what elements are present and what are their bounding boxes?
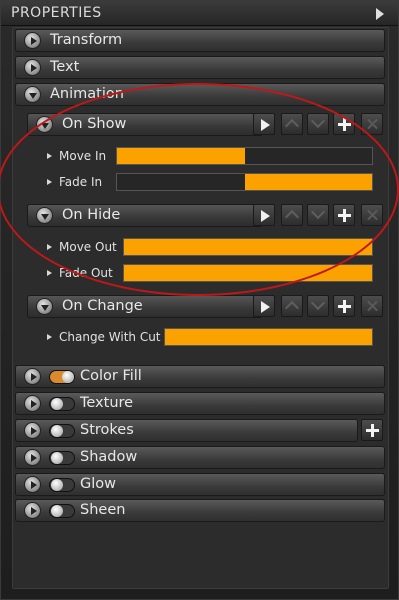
move-up-icon[interactable] bbox=[281, 204, 303, 226]
collapse-arrow-icon[interactable] bbox=[36, 298, 53, 315]
section-label: Color Fill bbox=[80, 368, 142, 384]
add-icon[interactable] bbox=[333, 295, 355, 317]
track-bullet-icon bbox=[47, 244, 52, 250]
collapse-arrow-icon[interactable] bbox=[36, 116, 53, 133]
track-label: Move In bbox=[59, 149, 107, 163]
section-sheen[interactable]: Sheen bbox=[15, 499, 385, 522]
timeline-fill[interactable] bbox=[117, 148, 245, 164]
move-down-icon[interactable] bbox=[307, 204, 329, 226]
section-label: Animation bbox=[50, 86, 124, 102]
remove-icon[interactable] bbox=[361, 295, 383, 317]
section-text[interactable]: Text bbox=[15, 56, 385, 79]
panel-header: PROPERTIES bbox=[1, 1, 398, 26]
toggle-knob bbox=[51, 479, 63, 491]
timeline-bar[interactable] bbox=[164, 328, 373, 346]
section-label: Transform bbox=[50, 32, 123, 48]
play-icon[interactable] bbox=[253, 204, 275, 226]
section-label: Sheen bbox=[80, 502, 126, 518]
track-label: Change With Cut bbox=[59, 330, 161, 344]
track-label: Fade In bbox=[59, 175, 103, 189]
collapse-arrow-icon[interactable] bbox=[36, 207, 53, 224]
expand-arrow-icon[interactable] bbox=[24, 476, 41, 493]
add-icon[interactable] bbox=[333, 113, 355, 135]
sheen-toggle[interactable] bbox=[49, 504, 75, 518]
subsection-on-show[interactable]: On Show bbox=[27, 113, 263, 136]
expand-arrow-icon[interactable] bbox=[24, 422, 41, 439]
timeline-bar[interactable] bbox=[116, 173, 373, 191]
section-label: Glow bbox=[80, 476, 116, 492]
move-up-icon[interactable] bbox=[281, 113, 303, 135]
subsection-label: On Hide bbox=[62, 207, 121, 223]
track-label: Fade Out bbox=[59, 266, 113, 280]
subsection-on-hide[interactable]: On Hide bbox=[27, 204, 263, 227]
strokes-toggle[interactable] bbox=[49, 424, 75, 438]
glow-toggle[interactable] bbox=[49, 478, 75, 492]
expand-arrow-icon[interactable] bbox=[24, 59, 41, 76]
properties-content: Transform Text Animation On Show Move In bbox=[12, 27, 389, 589]
timeline-bar[interactable] bbox=[116, 147, 373, 165]
toggle-knob bbox=[51, 425, 63, 437]
properties-panel: PROPERTIES Transform Text Animation On S… bbox=[0, 0, 399, 600]
section-strokes[interactable]: Strokes bbox=[15, 419, 358, 442]
move-down-icon[interactable] bbox=[307, 295, 329, 317]
expand-arrow-icon[interactable] bbox=[24, 32, 41, 49]
section-glow[interactable]: Glow bbox=[15, 473, 385, 496]
timeline-fill[interactable] bbox=[124, 265, 372, 281]
section-label: Texture bbox=[80, 395, 134, 411]
track-bullet-icon bbox=[47, 270, 52, 276]
timeline-fill[interactable] bbox=[244, 174, 372, 190]
toggle-knob bbox=[51, 505, 63, 517]
toggle-knob bbox=[51, 398, 63, 410]
add-stroke-icon[interactable] bbox=[361, 419, 383, 441]
toggle-knob bbox=[51, 452, 63, 464]
track-label: Move Out bbox=[59, 240, 117, 254]
expand-arrow-icon[interactable] bbox=[24, 368, 41, 385]
section-label: Text bbox=[50, 59, 80, 75]
section-color-fill[interactable]: Color Fill bbox=[15, 365, 385, 388]
shadow-toggle[interactable] bbox=[49, 451, 75, 465]
section-shadow[interactable]: Shadow bbox=[15, 446, 385, 469]
subsection-on-change[interactable]: On Change bbox=[27, 295, 263, 318]
remove-icon[interactable] bbox=[361, 113, 383, 135]
expand-arrow-icon[interactable] bbox=[24, 502, 41, 519]
section-label: Strokes bbox=[80, 422, 134, 438]
timeline-fill[interactable] bbox=[165, 329, 372, 345]
track-bullet-icon bbox=[47, 179, 52, 185]
expand-arrow-icon[interactable] bbox=[24, 395, 41, 412]
add-icon[interactable] bbox=[333, 204, 355, 226]
section-label: Shadow bbox=[80, 449, 138, 465]
track-bullet-icon bbox=[47, 334, 52, 340]
move-up-icon[interactable] bbox=[281, 295, 303, 317]
track-bullet-icon bbox=[47, 153, 52, 159]
collapse-arrow-icon[interactable] bbox=[24, 86, 41, 103]
texture-toggle[interactable] bbox=[49, 397, 75, 411]
expand-arrow-icon[interactable] bbox=[24, 449, 41, 466]
play-icon[interactable] bbox=[253, 113, 275, 135]
remove-icon[interactable] bbox=[361, 204, 383, 226]
timeline-fill[interactable] bbox=[124, 239, 372, 255]
play-icon[interactable] bbox=[253, 295, 275, 317]
collapse-arrow-icon[interactable] bbox=[376, 8, 384, 20]
panel-title: PROPERTIES bbox=[11, 5, 102, 21]
section-transform[interactable]: Transform bbox=[15, 29, 385, 52]
section-texture[interactable]: Texture bbox=[15, 392, 385, 415]
section-animation[interactable]: Animation bbox=[15, 83, 385, 106]
color-fill-toggle[interactable] bbox=[49, 370, 75, 384]
timeline-bar[interactable] bbox=[123, 264, 373, 282]
timeline-bar[interactable] bbox=[123, 238, 373, 256]
subsection-label: On Change bbox=[62, 298, 143, 314]
subsection-label: On Show bbox=[62, 116, 127, 132]
move-down-icon[interactable] bbox=[307, 113, 329, 135]
toggle-knob bbox=[62, 371, 74, 383]
